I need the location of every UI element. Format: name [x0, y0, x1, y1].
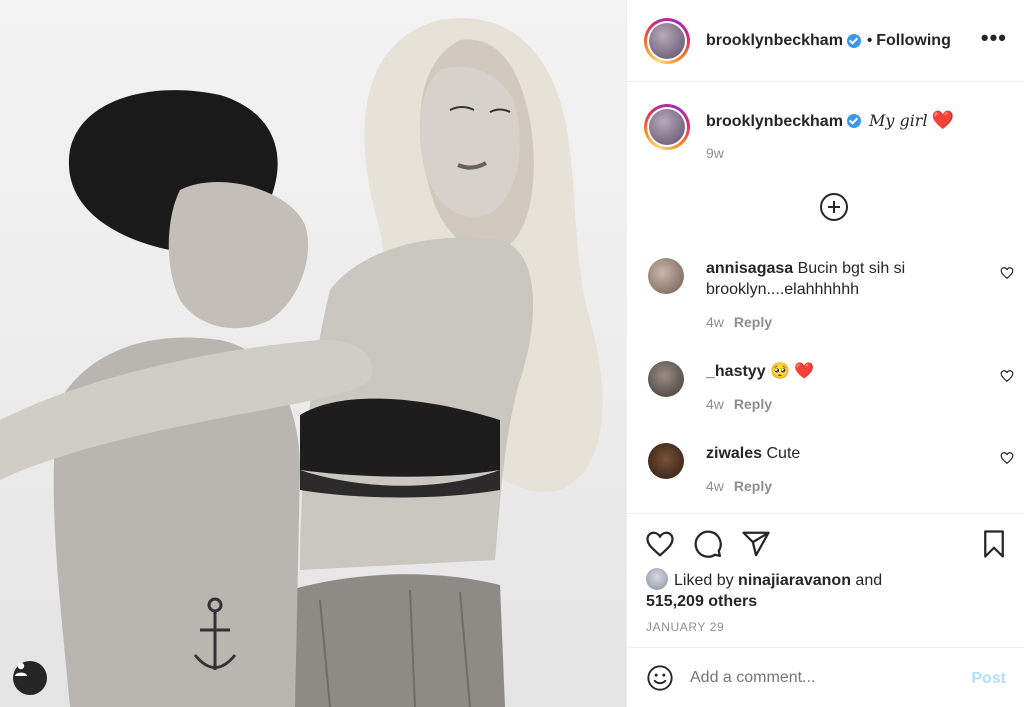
comment-username[interactable]: annisagasa: [706, 260, 793, 277]
emoji-icon[interactable]: [646, 664, 674, 692]
author-avatar[interactable]: [644, 17, 690, 64]
post-header: brooklynbeckham • Following •••: [627, 0, 1024, 82]
caption-author-avatar[interactable]: [644, 104, 690, 150]
liked-by: Liked by ninajiaravanon and 515,209 othe…: [646, 568, 882, 612]
caption-username[interactable]: brooklynbeckham: [706, 113, 843, 130]
verified-badge-icon: [846, 33, 861, 48]
user-tag-icon: [15, 662, 27, 676]
comment-time[interactable]: 4w: [706, 314, 724, 330]
reply-button[interactable]: Reply: [734, 396, 772, 412]
commenter-avatar[interactable]: [648, 258, 684, 294]
post-photo[interactable]: [0, 0, 626, 707]
share-icon[interactable]: [741, 529, 771, 559]
liked-by-joiner: and: [855, 572, 883, 589]
tagged-users-button[interactable]: [13, 661, 47, 695]
comment-username[interactable]: _hastyy: [706, 363, 766, 380]
liker-avatar[interactable]: [646, 568, 668, 590]
post-actions: Liked by ninajiaravanon and 515,209 othe…: [627, 513, 1024, 647]
commenter-avatar[interactable]: [648, 443, 684, 479]
caption-time[interactable]: 9w: [706, 145, 954, 161]
commenter-avatar[interactable]: [648, 361, 684, 397]
black-and-white-couple-photo: [0, 18, 603, 707]
likes-count[interactable]: 515,209 others: [646, 593, 757, 610]
comment-input[interactable]: [690, 668, 950, 687]
comment-like-icon[interactable]: [1000, 451, 1014, 465]
reply-button[interactable]: Reply: [734, 314, 772, 330]
caption-emoji: ❤️: [931, 110, 954, 130]
verified-badge-icon: [846, 114, 861, 128]
separator-dot: •: [866, 32, 873, 49]
comment-username[interactable]: ziwales: [706, 445, 762, 462]
reply-button[interactable]: Reply: [734, 478, 772, 494]
caption-text: My girl: [868, 111, 928, 130]
post-caption: brooklynbeckham My girl ❤️ 9w: [644, 104, 954, 161]
save-icon[interactable]: [979, 529, 1009, 559]
comment-time[interactable]: 4w: [706, 478, 724, 494]
post-sidebar: brooklynbeckham • Following ••• brooklyn…: [626, 0, 1024, 707]
like-icon[interactable]: [645, 529, 675, 559]
load-more-comments-icon[interactable]: [820, 193, 848, 221]
liked-by-prefix: Liked by: [674, 572, 734, 589]
comment-item: annisagasa Bucin bgt sih si brooklyn....…: [648, 258, 1014, 333]
comment-text: 🥺 ❤️: [770, 363, 815, 380]
comment-text: Cute: [766, 445, 801, 462]
comment-composer: Post: [627, 647, 1024, 707]
post-date[interactable]: JANUARY 29: [646, 620, 724, 634]
more-options-icon[interactable]: •••: [981, 27, 1007, 49]
comment-item: ziwales Cute 4w Reply: [648, 443, 1014, 497]
following-button[interactable]: Following: [876, 32, 951, 50]
comment-like-icon[interactable]: [1000, 369, 1014, 383]
liker-username[interactable]: ninajiaravanon: [738, 572, 851, 589]
comment-like-icon[interactable]: [1000, 266, 1014, 280]
comment-icon[interactable]: [693, 529, 723, 559]
comment-item: _hastyy 🥺 ❤️ 4w Reply: [648, 361, 1014, 415]
post-comment-button[interactable]: Post: [971, 670, 1006, 688]
comment-time[interactable]: 4w: [706, 396, 724, 412]
author-username[interactable]: brooklynbeckham: [706, 32, 843, 50]
